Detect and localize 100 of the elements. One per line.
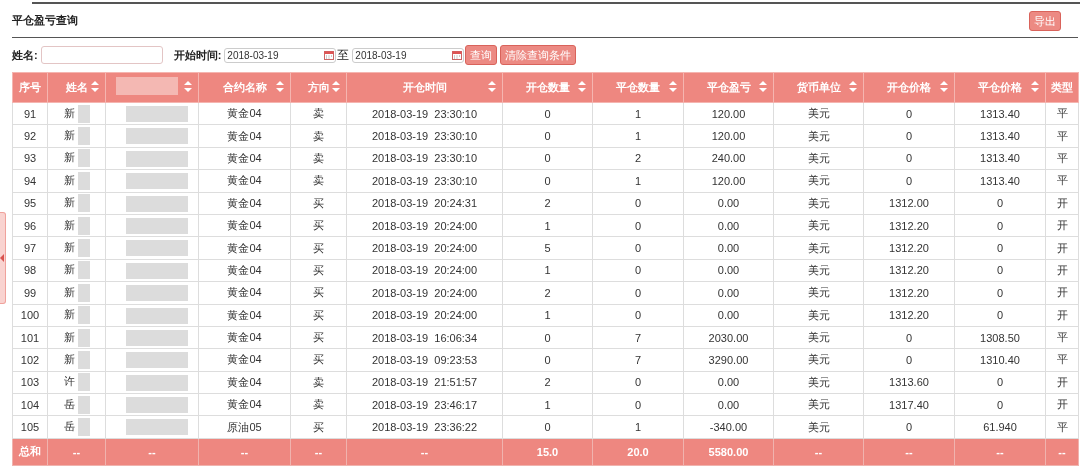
sort-icon[interactable] bbox=[1031, 80, 1039, 93]
table-cell: 美元 bbox=[807, 420, 830, 433]
column-header[interactable]: 平仓数量 bbox=[592, 72, 684, 103]
table-cell: 0.00 bbox=[717, 197, 740, 210]
sort-icon[interactable] bbox=[488, 80, 496, 93]
redaction-block bbox=[126, 195, 188, 212]
table-cell: 0.00 bbox=[717, 264, 740, 277]
table-cell: 黄金04 bbox=[227, 353, 262, 366]
table-cell: 7 bbox=[634, 354, 642, 366]
table-cell: 美元 bbox=[807, 129, 830, 142]
table-cell: 新 bbox=[64, 352, 75, 365]
table-cell: 买 bbox=[313, 219, 324, 232]
sort-icon[interactable] bbox=[91, 80, 99, 93]
date-field[interactable]: 2018-03-19 bbox=[224, 47, 337, 63]
column-header[interactable]: 平仓盈亏 bbox=[683, 72, 774, 103]
column-header[interactable]: 合约名称 bbox=[198, 72, 291, 103]
column-header[interactable]: 货币单位 bbox=[773, 72, 864, 103]
table-cell: 2018-03-19 20:24:00 bbox=[371, 242, 478, 255]
table-cell: 买 bbox=[313, 308, 324, 321]
date-field[interactable]: 2018-03-19 bbox=[352, 47, 465, 63]
table-cell: 1308.50 bbox=[980, 331, 1020, 344]
table-cell: 2018-03-19 23:30:10 bbox=[371, 152, 478, 165]
table-cell: 97 bbox=[23, 242, 37, 255]
table-cell: 平 bbox=[1056, 353, 1068, 366]
column-header[interactable] bbox=[105, 72, 199, 103]
table-cell: 0 bbox=[634, 242, 642, 255]
table-cell: 0 bbox=[634, 286, 642, 299]
sort-icon[interactable] bbox=[332, 80, 340, 93]
table-cell: 平 bbox=[1056, 331, 1068, 344]
column-header[interactable]: 开仓价格 bbox=[863, 72, 955, 103]
table-cell: 黄金04 bbox=[227, 151, 262, 164]
table-cell: 1312.20 bbox=[889, 242, 929, 255]
table-cell: 240.00 bbox=[711, 152, 746, 165]
table-cell: 美元 bbox=[807, 308, 830, 321]
table-cell: 102 bbox=[20, 354, 40, 366]
table-cell: 新 bbox=[64, 218, 75, 231]
table-cell: 买 bbox=[313, 196, 324, 209]
table-cell: 98 bbox=[23, 264, 37, 277]
table-cell: 开 bbox=[1056, 263, 1068, 276]
export-button[interactable]: 导出 bbox=[1029, 10, 1061, 31]
table-cell: 0 bbox=[905, 331, 913, 344]
table-cell: 新 bbox=[64, 173, 75, 186]
table-cell: 0 bbox=[905, 421, 913, 434]
table-cell: 1 bbox=[544, 264, 551, 277]
table-cell: 0.00 bbox=[717, 398, 740, 411]
table-cell: 平 bbox=[1056, 107, 1068, 120]
column-header[interactable]: 方向 bbox=[290, 72, 347, 103]
table-cell: 0.00 bbox=[717, 242, 740, 255]
total-cell: -- bbox=[814, 445, 823, 458]
redaction-block bbox=[126, 217, 188, 234]
table-cell: 0 bbox=[544, 331, 551, 344]
column-header[interactable]: 平仓价格 bbox=[954, 72, 1046, 103]
table-cell: 开 bbox=[1056, 241, 1068, 254]
table-cell: 黄金04 bbox=[227, 308, 262, 321]
table-cell: 105 bbox=[20, 421, 40, 434]
sort-icon[interactable] bbox=[849, 80, 857, 93]
table-cell: 5 bbox=[544, 242, 551, 255]
query-button[interactable]: 查询 bbox=[465, 45, 498, 65]
table-cell: 新 bbox=[64, 285, 75, 298]
table-cell: 2018-03-19 20:24:31 bbox=[371, 197, 478, 210]
total-cell: -- bbox=[240, 445, 249, 458]
table-cell: 120.00 bbox=[711, 174, 746, 187]
redaction-block bbox=[126, 397, 188, 414]
column-header[interactable]: 姓名 bbox=[47, 72, 106, 103]
table-cell: 新 bbox=[64, 106, 75, 119]
table-cell: 2018-03-19 23:46:17 bbox=[371, 398, 478, 411]
sort-icon[interactable] bbox=[276, 80, 284, 93]
total-cell: -- bbox=[420, 445, 429, 458]
sort-icon[interactable] bbox=[669, 80, 677, 93]
column-header[interactable]: 开仓数量 bbox=[502, 72, 593, 103]
redaction-block bbox=[126, 262, 188, 279]
redaction-block bbox=[78, 127, 90, 146]
sort-icon[interactable] bbox=[759, 80, 767, 93]
redaction-block bbox=[126, 240, 188, 257]
table-cell: 2018-03-19 23:30:10 bbox=[371, 130, 478, 143]
table-cell: 2018-03-19 23:36:22 bbox=[371, 421, 478, 434]
sort-icon[interactable] bbox=[578, 80, 586, 93]
table-cell: 0 bbox=[634, 219, 642, 232]
sort-icon[interactable] bbox=[184, 80, 192, 93]
column-header: 序号 bbox=[12, 72, 48, 103]
table-cell: 3290.00 bbox=[708, 354, 749, 366]
table-cell: 美元 bbox=[807, 241, 830, 254]
table-cell: 104 bbox=[20, 398, 40, 411]
table-cell: 买 bbox=[313, 353, 324, 366]
caret-icon bbox=[0, 254, 5, 262]
sort-icon[interactable] bbox=[940, 80, 948, 93]
column-header[interactable]: 开仓时间 bbox=[346, 72, 503, 103]
name-field[interactable] bbox=[40, 46, 163, 64]
table-cell: 美元 bbox=[807, 286, 830, 299]
redaction-block bbox=[126, 374, 188, 391]
table-cell: 1 bbox=[634, 107, 642, 120]
table-cell: 99 bbox=[23, 286, 37, 299]
clear-filters-button[interactable]: 清除查询条件 bbox=[500, 45, 577, 65]
table-cell: 黄金04 bbox=[227, 107, 262, 120]
table-cell: 平 bbox=[1056, 151, 1068, 164]
side-panel-toggle[interactable] bbox=[0, 212, 6, 304]
field-label: 开始时间: bbox=[173, 47, 222, 63]
redaction-block bbox=[126, 352, 188, 369]
table-cell: 开 bbox=[1056, 196, 1068, 209]
total-cell: -- bbox=[996, 445, 1004, 458]
